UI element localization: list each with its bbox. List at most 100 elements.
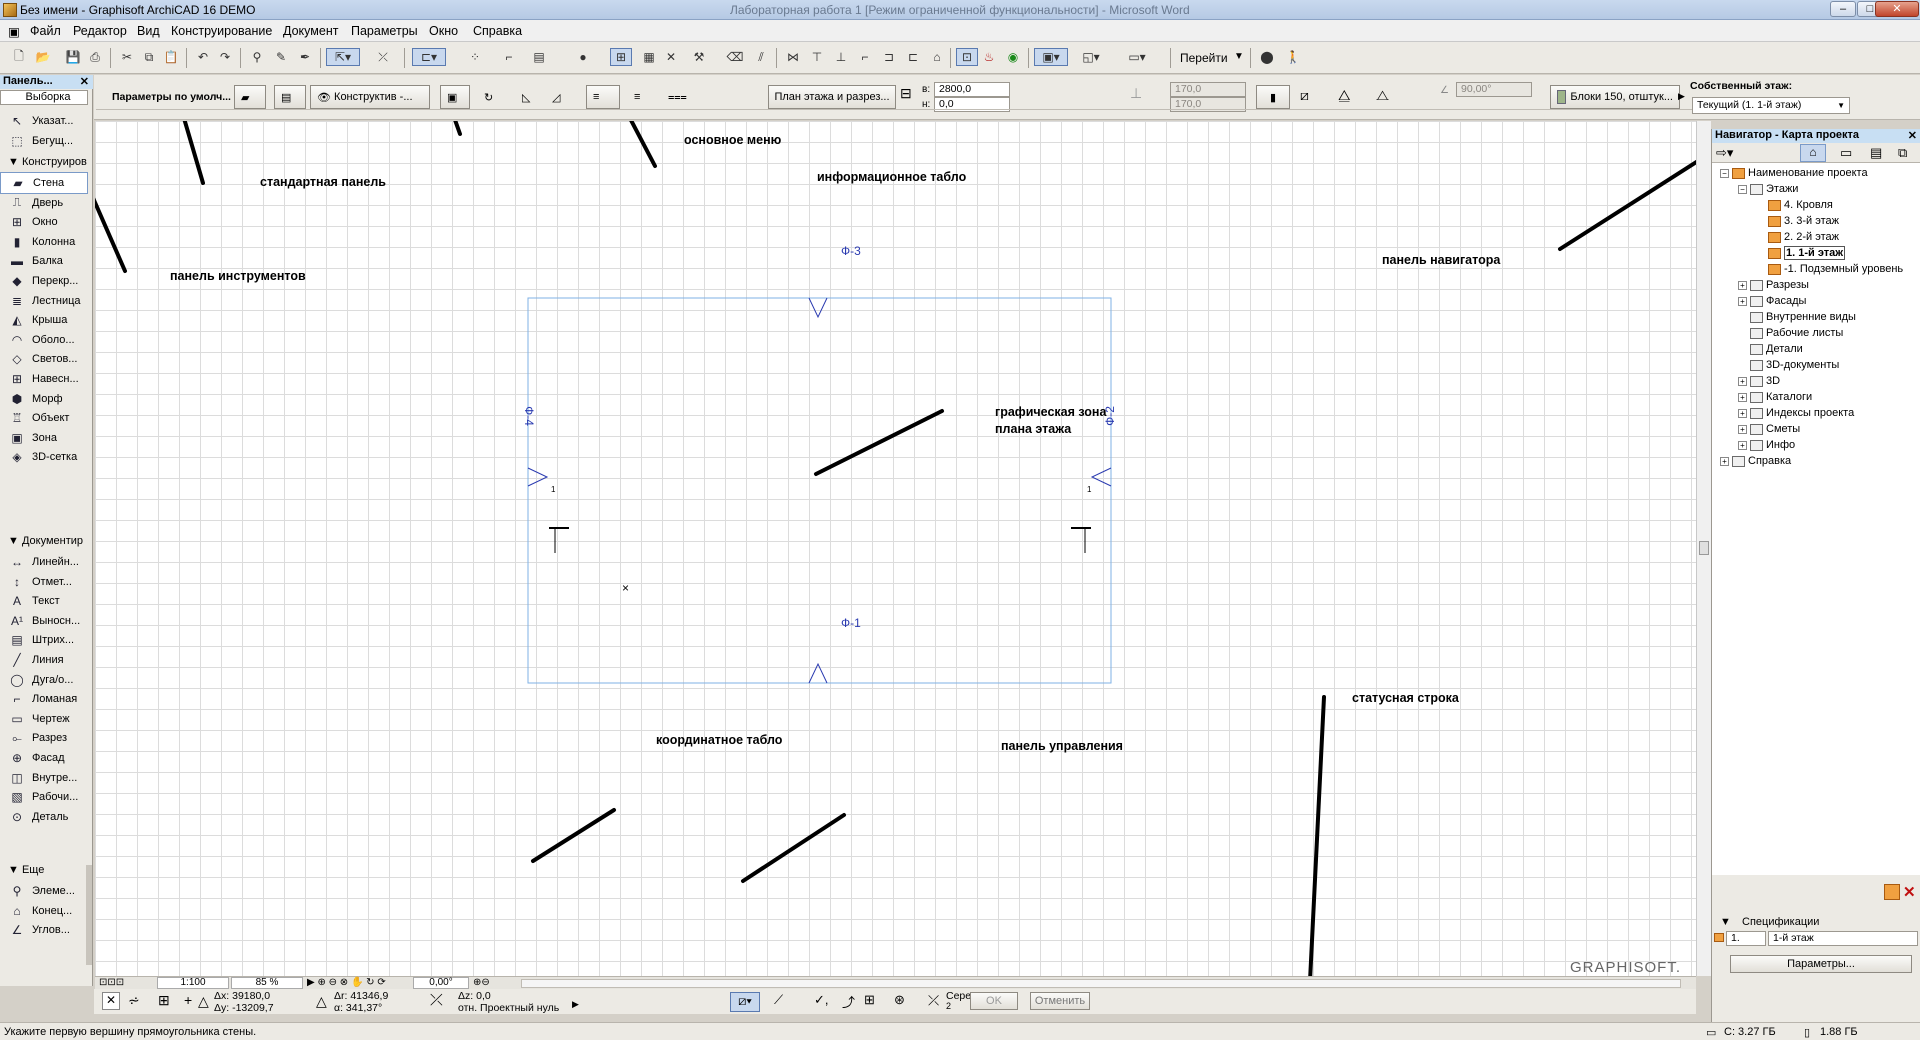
green-target-icon[interactable]: ◉ xyxy=(1004,48,1022,66)
construction-dropdown[interactable]: 👁 Конструктив -... xyxy=(310,85,430,109)
close-coord-icon[interactable]: ✕ xyxy=(102,992,120,1010)
new-view-icon[interactable] xyxy=(1884,884,1900,900)
navigator-item[interactable]: -1. Подземный уровень xyxy=(1756,261,1903,277)
slant-left-icon[interactable]: ◺ xyxy=(516,85,540,109)
tool-angle[interactable]: ∠ Углов... xyxy=(0,919,88,941)
zoom-tools-icon[interactable]: ▶ ⊕ ⊖ ⊗ ✋ ↻ ⟳ xyxy=(307,977,386,988)
tool-panel-close-icon[interactable]: ✕ xyxy=(80,75,89,88)
expand-toggle-icon[interactable]: + xyxy=(1738,376,1747,386)
material-dropdown-icon[interactable]: ▶ xyxy=(1678,91,1685,102)
menu-help[interactable]: Справка xyxy=(473,24,522,38)
floor-plan-view-icon[interactable]: ⊡ xyxy=(956,48,978,66)
design-header[interactable]: ▼ Конструиров xyxy=(0,156,88,170)
split-icon[interactable]: ⫽ xyxy=(752,48,770,66)
tool-panel-scrollbar[interactable] xyxy=(86,865,92,965)
wall-double-slanted-icon[interactable]: ⧋ xyxy=(1338,87,1351,104)
publisher-icon[interactable]: ⧉ xyxy=(1898,145,1907,161)
check-icon[interactable]: ✓, xyxy=(814,992,829,1008)
documentation-header[interactable]: ▼ Документир xyxy=(0,535,88,549)
minimize-button[interactable]: – xyxy=(1830,1,1856,17)
geometry-method-icon[interactable]: ▣ xyxy=(440,85,470,109)
rotation-field[interactable]: 0,00° xyxy=(413,977,469,989)
close-button[interactable]: ✕ xyxy=(1875,1,1919,17)
navigator-item[interactable]: Детали xyxy=(1738,341,1803,357)
control-box-mode-icon[interactable]: ⧄▾ xyxy=(730,992,760,1012)
trace-icon[interactable]: ⊞ xyxy=(610,48,632,66)
midpoint-icon[interactable]: ⤫ xyxy=(928,992,939,1009)
delete-view-icon[interactable]: ✕ xyxy=(1903,883,1916,901)
layout-book-icon[interactable]: ▤ xyxy=(1870,145,1882,161)
specs-params-button[interactable]: Параметры... xyxy=(1730,955,1912,973)
navigator-item[interactable]: + Каталоги xyxy=(1738,389,1812,405)
menu-view[interactable]: Вид xyxy=(137,24,160,38)
intersect-icon[interactable]: ⋈ xyxy=(784,48,802,66)
arrow-selection-icon[interactable]: ⇱▾ xyxy=(326,48,360,66)
navigator-item[interactable]: + Справка xyxy=(1720,453,1791,469)
parallel-icon[interactable]: ⊞ xyxy=(864,992,875,1008)
new-file-icon[interactable]: 🗋 xyxy=(10,48,28,66)
project-map-icon[interactable]: ⌂ xyxy=(1800,144,1826,162)
layout-icon[interactable]: ▭▾ xyxy=(1128,48,1146,66)
fillet-icon[interactable]: ⌐ xyxy=(856,48,874,66)
save-icon[interactable]: 💾 xyxy=(64,48,82,66)
navigator-item[interactable]: 3. 3-й этаж xyxy=(1756,213,1839,229)
stretch-icon[interactable]: ⊏ xyxy=(904,48,922,66)
redo-icon[interactable]: ↷ xyxy=(216,48,234,66)
expand-toggle-icon[interactable]: + xyxy=(1738,280,1747,290)
expand-toggle-icon[interactable]: + xyxy=(1738,424,1747,434)
material-dropdown[interactable]: Блоки 150, отштук... xyxy=(1550,85,1680,109)
print-icon[interactable]: ⎙ xyxy=(86,48,104,66)
thickness-field-1[interactable]: 170,0 xyxy=(1170,82,1246,97)
undo-icon[interactable]: ↶ xyxy=(194,48,212,66)
hammer-icon[interactable]: ⚒ xyxy=(690,48,708,66)
more-header[interactable]: ▼ Еще xyxy=(0,864,88,878)
slant-right-icon[interactable]: ◿ xyxy=(546,85,570,109)
app-icon[interactable]: ▣ xyxy=(8,24,20,39)
tool-mesh[interactable]: ◈ 3D-сетка xyxy=(0,446,88,468)
wall-straight-icon[interactable]: ▮ xyxy=(1256,85,1290,109)
wall-structure-icon[interactable]: ▤ xyxy=(274,85,306,109)
canvas-horizontal-scrollbar[interactable] xyxy=(521,979,1681,988)
floor-plan-canvas[interactable]: × основное меню стандартная панель инфор… xyxy=(95,121,1696,976)
scale-field[interactable]: 1:100 xyxy=(157,977,229,989)
navigator-item[interactable]: 4. Кровля xyxy=(1756,197,1833,213)
coord-menu-icon[interactable]: ▶ xyxy=(572,999,579,1010)
navigator-item[interactable]: Внутренние виды xyxy=(1738,309,1856,325)
navigator-item[interactable]: 2. 2-й этаж xyxy=(1756,229,1839,245)
eyedropper-icon[interactable]: ✎ xyxy=(272,48,290,66)
menu-document[interactable]: Документ xyxy=(283,24,338,38)
navigator-item[interactable]: − Этажи xyxy=(1738,181,1798,197)
navigator-item[interactable]: 3D-документы xyxy=(1738,357,1839,373)
ref-center-icon[interactable]: ≡ xyxy=(628,85,652,109)
paste-icon[interactable]: 📋 xyxy=(162,48,180,66)
floor-plan-section-button[interactable]: План этажа и разрез... xyxy=(768,85,896,109)
delete-icon[interactable]: ✕ xyxy=(662,48,680,66)
menu-design[interactable]: Конструирование xyxy=(171,24,272,38)
navigator-item[interactable]: + Сметы xyxy=(1738,421,1800,437)
expand-toggle-icon[interactable]: + xyxy=(1738,392,1747,402)
plus-icon[interactable]: + xyxy=(184,992,192,1008)
house-icon[interactable]: ⌂ xyxy=(928,48,946,66)
tool-detail[interactable]: ⊙ Деталь xyxy=(0,806,88,828)
navigator-item[interactable]: − Наименование проекта xyxy=(1720,165,1868,181)
expand-toggle-icon[interactable]: − xyxy=(1738,184,1747,194)
open-file-icon[interactable]: 📂 xyxy=(34,48,52,66)
top-offset-field[interactable]: 2800,0 xyxy=(934,82,1010,97)
table-icon[interactable]: ▦ xyxy=(640,48,658,66)
expand-toggle-icon[interactable]: + xyxy=(1720,456,1729,466)
fire-icon[interactable]: ♨ xyxy=(980,48,998,66)
pen-icon[interactable]: ● xyxy=(574,48,592,66)
walk-icon[interactable]: 🚶 xyxy=(1284,48,1302,66)
angle-field[interactable]: 90,00° xyxy=(1456,82,1532,97)
expand-toggle-icon[interactable]: − xyxy=(1720,168,1729,178)
zoom-in-out-icon[interactable]: ⊕⊖ xyxy=(473,977,490,988)
specs-name-field[interactable]: 1-й этаж xyxy=(1768,931,1918,946)
canvas-vertical-scrollbar[interactable] xyxy=(1696,121,1711,976)
cancel-button[interactable]: Отменить xyxy=(1030,992,1090,1010)
ref-outside-icon[interactable]: ⩶ xyxy=(662,85,687,109)
tool-marquee[interactable]: ⬚ Бегущ... xyxy=(0,130,88,152)
adjust-icon[interactable]: ⊥ xyxy=(832,48,850,66)
info-box-scrollbar[interactable] xyxy=(96,109,1692,117)
rotate-method-icon[interactable]: ↻ xyxy=(478,85,502,109)
ok-button[interactable]: OK xyxy=(970,992,1018,1010)
